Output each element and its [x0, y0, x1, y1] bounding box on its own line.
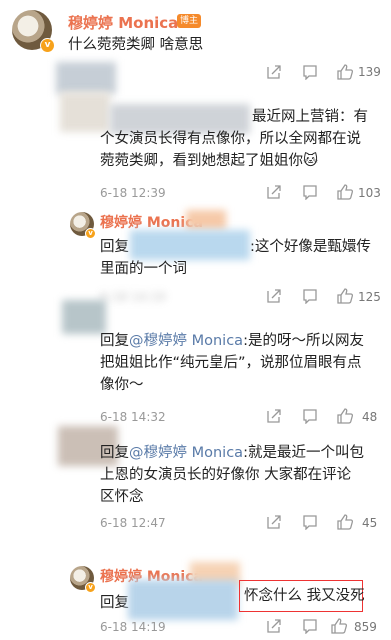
post-text: 什么菀菀类卿 啥意思 [68, 37, 204, 53]
blurred-avatar [62, 300, 106, 334]
comment-button[interactable] [302, 514, 318, 530]
comment-5-time: 6-18 14:19 [100, 620, 166, 634]
reply-prefix: 回复 [100, 333, 129, 349]
blurred-avatar [56, 62, 116, 94]
comment-icon [303, 289, 317, 304]
comment-2-text-1: :这个好像是甄嬛传 [250, 239, 371, 255]
share-icon [267, 619, 281, 633]
comment-icon [303, 185, 317, 200]
comment-icon [303, 65, 317, 80]
like-count: 45 [362, 516, 378, 530]
share-button[interactable] [266, 514, 282, 530]
like-button[interactable] [336, 287, 354, 305]
like-count: 103 [358, 186, 381, 200]
comment-1-text-3: 菀菀类卿，看到她想起了姐姐你🐱 [100, 150, 318, 172]
share-icon [267, 185, 281, 199]
share-icon [267, 289, 281, 303]
comment-2-text-2: 里面的一个词 [100, 261, 187, 277]
like-button[interactable] [336, 513, 354, 531]
blurred-badge [186, 210, 226, 230]
like-icon [337, 64, 354, 80]
comment-button[interactable] [302, 288, 318, 304]
comment-3-text-2: 把姐姐比作“纯元皇后”，说那位眉眼有点 [100, 355, 362, 371]
comment-3-text-3: 像你～ [100, 377, 144, 393]
comment-3-line-1: 回复@穆婷婷 Monica:是的呀～所以网友 [100, 330, 364, 352]
comment-button[interactable] [302, 618, 318, 634]
reply-prefix: 回复 [100, 239, 129, 255]
cat-emoji: 🐱 [303, 153, 319, 169]
comment-button[interactable] [302, 408, 318, 424]
share-button[interactable] [266, 64, 282, 80]
like-count: 48 [362, 410, 378, 424]
share-button[interactable] [266, 184, 282, 200]
like-button[interactable] [336, 407, 354, 425]
like-button[interactable] [336, 63, 354, 81]
share-button[interactable] [266, 618, 282, 634]
comment-4-text-2: 上恩的女演员长的好像你 大家都在评论 [100, 467, 352, 483]
comment-1-text-3-body: 菀菀类卿，看到她想起了姐姐你 [100, 153, 303, 169]
blogger-badge: 博主 [177, 14, 202, 28]
comment-icon [303, 619, 317, 634]
mention-link[interactable]: @穆婷婷 Monica [129, 445, 243, 461]
like-button[interactable] [330, 617, 348, 635]
like-icon [331, 618, 348, 634]
author-name[interactable]: 穆婷婷 Monica [68, 12, 178, 33]
share-icon [267, 409, 281, 423]
comment-1-time: 6-18 12:39 [100, 186, 166, 200]
comment-button[interactable] [302, 184, 318, 200]
comment-1-text-2: 个女演员长得有点像你，所以全网都在说 [100, 131, 361, 147]
like-count: 859 [354, 620, 377, 634]
like-count: 139 [358, 65, 381, 79]
blurred-area [60, 92, 110, 132]
comment-2-time: 6-18 14:19 [100, 290, 166, 304]
comment-3-text-1: :是的呀～所以网友 [243, 333, 364, 349]
reply-prefix: 回复 [100, 595, 129, 611]
like-icon [337, 184, 354, 200]
blurred-mention [130, 230, 250, 260]
verified-icon: v [85, 582, 96, 593]
comment-4-time: 6-18 12:47 [100, 516, 166, 530]
comment-icon [303, 515, 317, 530]
comment-icon [303, 409, 317, 424]
comment-1-text-1: 最近网上营销：有 [252, 109, 368, 125]
comment-4-text-1: :就是最近一个叫包 [243, 445, 364, 461]
verified-icon: v [40, 38, 55, 53]
comment-5-text: 怀念什么 我又没死 [244, 588, 365, 604]
blurred-mention [128, 580, 238, 620]
comment-4-line-1: 回复@穆婷婷 Monica:就是最近一个叫包 [100, 442, 364, 464]
verified-icon: v [85, 228, 96, 239]
share-button[interactable] [266, 288, 282, 304]
share-icon [267, 65, 281, 79]
mention-link[interactable]: @穆婷婷 Monica [129, 333, 243, 349]
like-button[interactable] [336, 183, 354, 201]
like-icon [337, 408, 354, 424]
share-icon [267, 515, 281, 529]
comment-3-time: 6-18 14:32 [100, 410, 166, 424]
comment-button[interactable] [302, 64, 318, 80]
comment-4-text-3: 区怀念 [100, 489, 144, 505]
share-button[interactable] [266, 408, 282, 424]
blogger-badge-label: 博主 [180, 16, 199, 26]
reply-prefix: 回复 [100, 445, 129, 461]
like-count: 125 [358, 290, 381, 304]
like-icon [337, 514, 354, 530]
like-icon [337, 288, 354, 304]
